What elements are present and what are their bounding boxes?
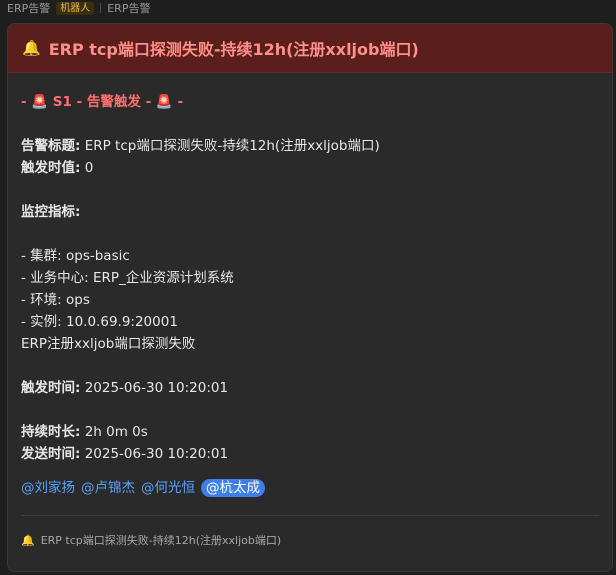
card-footer: 🔔 ERP tcp端口探测失败-持续12h(注册xxljob端口) (21, 530, 599, 552)
metric-item: - 环境: ops (21, 292, 90, 308)
metrics-label: 监控指标: (21, 204, 81, 220)
mention-user[interactable]: @卢锦杰 (81, 477, 135, 499)
card-title: ERP tcp端口探测失败-持续12h(注册xxljob端口) (48, 40, 419, 59)
bot-badge: 机器人 (56, 1, 95, 15)
mentions: @刘家扬 @卢锦杰 @何光恒 @杭太成 (21, 477, 599, 499)
alert-title-label: 告警标题: (21, 138, 81, 154)
duration-label: 持续时长: (21, 424, 81, 440)
trigger-time-value: 2025-06-30 10:20:01 (80, 380, 229, 396)
metric-item: - 集群: ops-basic (21, 248, 130, 264)
trigger-time-row: 触发时间: 2025-06-30 10:20:01 (21, 377, 599, 399)
chat-topbar: ERP告警 机器人 ERP告警 (0, 0, 616, 16)
threshold-row: 触发时值: 0 (21, 157, 599, 179)
alert-card: 🔔 ERP tcp端口探测失败-持续12h(注册xxljob端口) - 🚨 S1… (7, 23, 613, 572)
bell-icon: 🔔 (22, 39, 41, 57)
send-time-row: 发送时间: 2025-06-30 10:20:01 (21, 443, 599, 465)
alert-title-row: 告警标题: ERP tcp端口探测失败-持续12h(注册xxljob端口) (21, 135, 599, 157)
metric-description: ERP注册xxljob端口探测失败 (21, 336, 196, 352)
mention-self[interactable]: @杭太成 (201, 479, 265, 497)
mention-user[interactable]: @刘家扬 (21, 477, 75, 499)
divider (100, 3, 102, 13)
metric-item: - 实例: 10.0.69.9:20001 (21, 314, 178, 330)
source-name[interactable]: ERP告警 (107, 0, 150, 16)
duration-row: 持续时长: 2h 0m 0s (21, 421, 599, 443)
severity-line: - 🚨 S1 - 告警触发 - 🚨 - (21, 94, 184, 110)
bell-icon: 🔔 (21, 534, 35, 547)
alert-title-value: ERP tcp端口探测失败-持续12h(注册xxljob端口) (80, 138, 380, 154)
threshold-value: 0 (80, 160, 94, 176)
footer-divider (21, 515, 599, 516)
footer-text: ERP tcp端口探测失败-持续12h(注册xxljob端口) (40, 534, 282, 547)
metric-item: - 业务中心: ERP_企业资源计划系统 (21, 270, 234, 286)
trigger-time-label: 触发时间: (21, 380, 81, 396)
chat-name[interactable]: ERP告警 (7, 0, 50, 16)
card-header: 🔔 ERP tcp端口探测失败-持续12h(注册xxljob端口) (8, 24, 612, 73)
duration-value: 2h 0m 0s (80, 424, 148, 440)
send-time-label: 发送时间: (21, 446, 81, 462)
threshold-label: 触发时值: (21, 160, 81, 176)
send-time-value: 2025-06-30 10:20:01 (80, 446, 229, 462)
mention-user[interactable]: @何光恒 (141, 477, 195, 499)
card-body: - 🚨 S1 - 告警触发 - 🚨 - 告警标题: ERP tcp端口探测失败-… (8, 73, 612, 552)
